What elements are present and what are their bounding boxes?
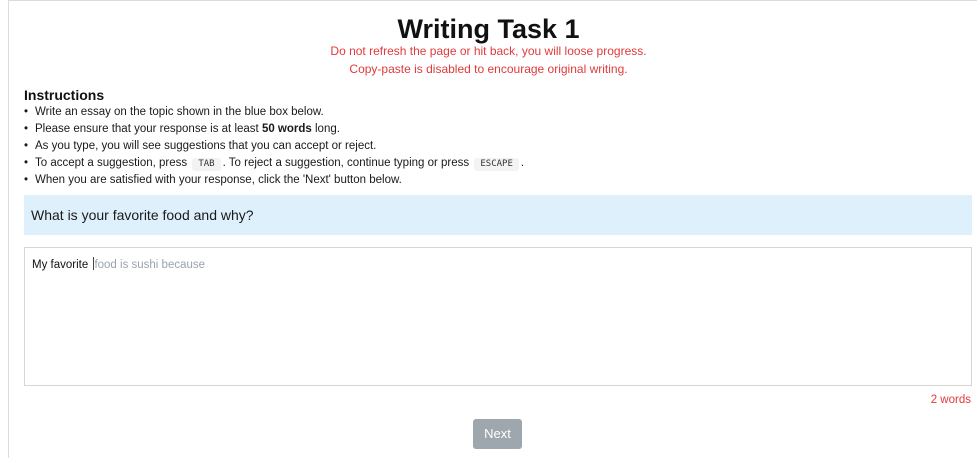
instruction-text: Write an essay on the topic shown in the…	[35, 106, 324, 118]
tab-key-label: TAB	[192, 158, 221, 171]
prompt-box: What is your favorite food and why?	[24, 195, 972, 235]
instruction-text: When you are satisfied with your respons…	[35, 174, 402, 186]
page-title: Writing Task 1	[397, 14, 580, 44]
prompt-text: What is your favorite food and why?	[31, 207, 254, 223]
word-minimum: 50 words	[261, 123, 312, 135]
instruction-item: When you are satisfied with your respons…	[24, 172, 524, 189]
escape-key-label: ESCAPE	[474, 158, 519, 171]
instructions-heading: Instructions	[24, 87, 105, 103]
instructions-list: Write an essay on the topic shown in the…	[24, 104, 524, 189]
instruction-text: long.	[311, 123, 340, 135]
instruction-item: To accept a suggestion, press TAB. To re…	[24, 155, 524, 172]
next-button[interactable]: Next	[473, 419, 522, 449]
word-count-text: 2 words	[930, 394, 971, 406]
editor-content[interactable]: My favorite food is sushi because	[32, 257, 205, 273]
instruction-item: Write an essay on the topic shown in the…	[24, 104, 524, 121]
word-count: 2 words	[931, 393, 971, 408]
typed-text: My favorite	[32, 259, 92, 271]
instruction-text: To accept a suggestion, press	[35, 157, 191, 169]
instruction-text: Please ensure that your response is at l…	[35, 123, 262, 135]
inline-suggestion: food is sushi because	[94, 259, 206, 271]
refresh-warning: Do not refresh the page or hit back, you…	[330, 44, 647, 58]
instruction-item: As you type, you will see suggestions th…	[24, 138, 524, 155]
instruction-item: Please ensure that your response is at l…	[24, 121, 524, 138]
instruction-text: As you type, you will see suggestions th…	[35, 140, 377, 152]
copy-paste-warning: Copy-paste is disabled to encourage orig…	[349, 62, 628, 76]
essay-editor[interactable]: My favorite food is sushi because	[24, 247, 972, 386]
instruction-text: .	[520, 157, 525, 169]
instruction-text: . To reject a suggestion, continue typin…	[222, 157, 473, 169]
